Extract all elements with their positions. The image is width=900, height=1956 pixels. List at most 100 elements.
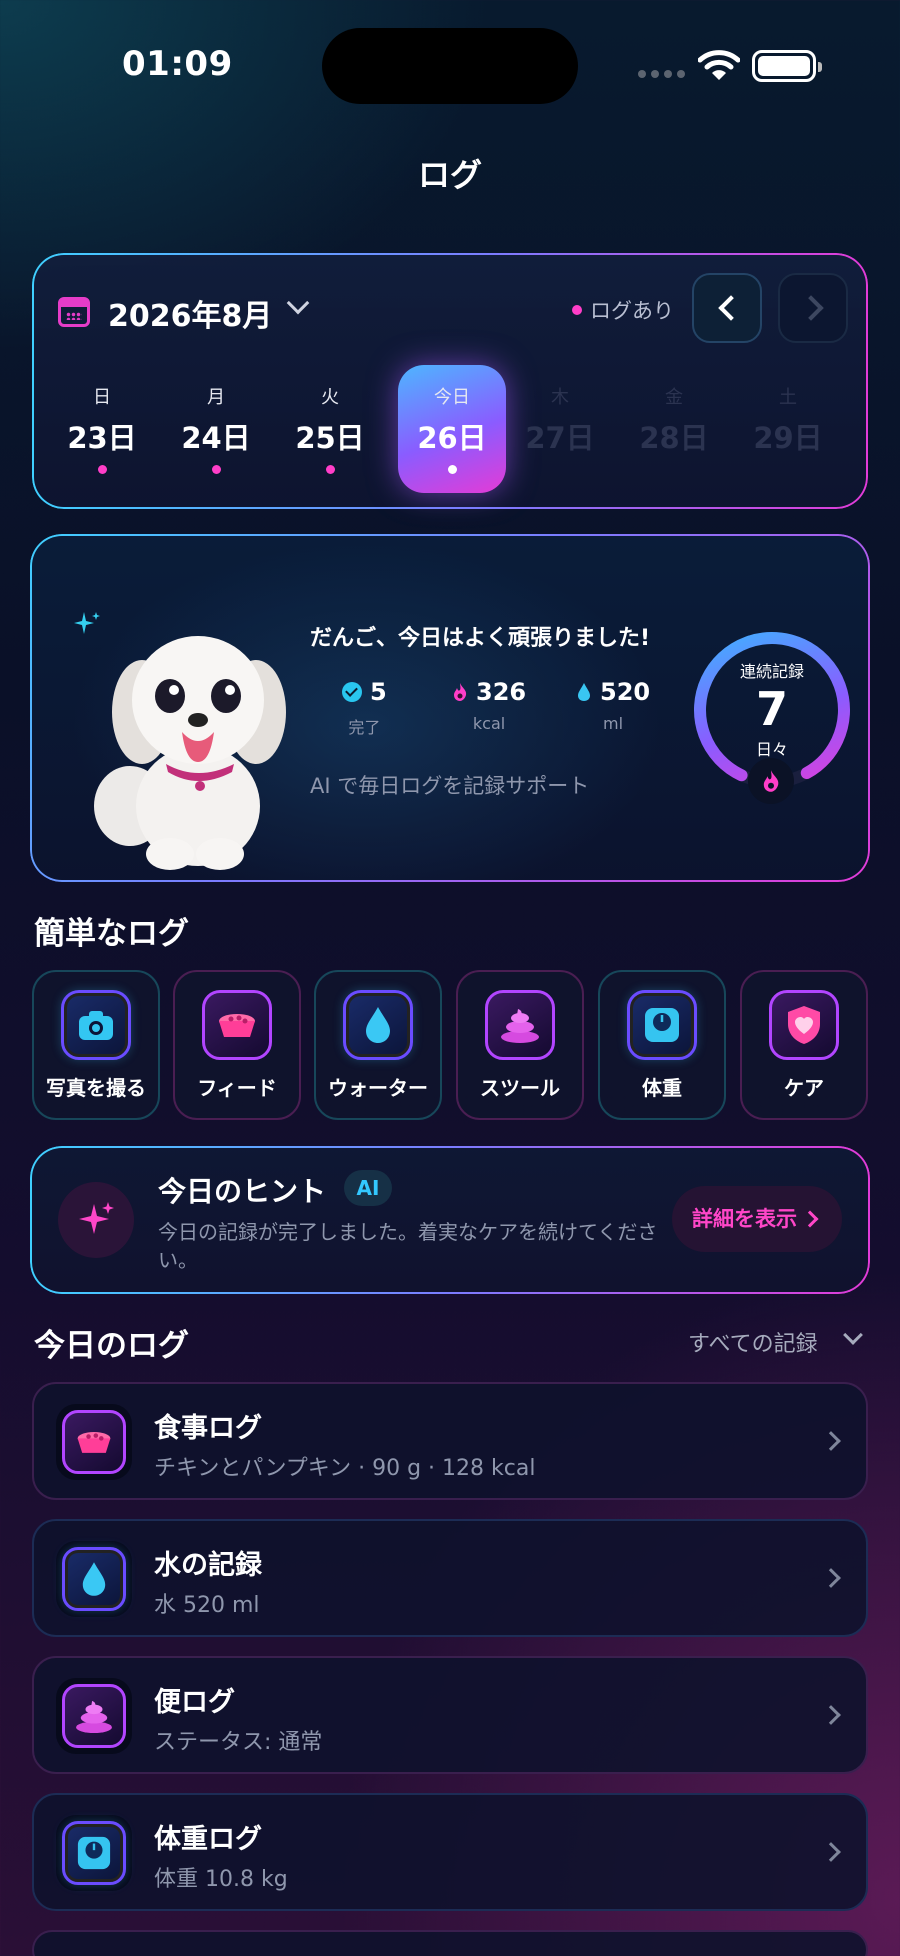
log-entry-title: 便ログ <box>154 1687 235 1718</box>
previous-week-button[interactable] <box>692 273 762 343</box>
greeting-text: だんご、今日はよく頑張りました! <box>310 626 651 651</box>
dog-mascot-illustration <box>94 636 286 870</box>
stat-water: 520 ml <box>576 678 650 733</box>
day-weekday: 今日 <box>434 387 470 408</box>
log-indicator-dot <box>97 465 107 474</box>
quick-log-label: 体重 <box>642 1076 682 1100</box>
day-date: 24日 <box>181 421 251 455</box>
log-indicator-dot <box>325 465 335 474</box>
quick-log-stool-button[interactable]: スツール <box>456 970 584 1120</box>
log-entry-subtitle: ステータス: 通常 <box>154 1730 323 1755</box>
stat-value: 5 <box>370 678 387 706</box>
log-indicator-dot <box>447 465 457 474</box>
quick-log-photo-button[interactable]: 写真を撮る <box>32 970 160 1120</box>
stat-completed: 5 完了 <box>342 678 387 738</box>
chevron-down-icon[interactable] <box>843 1325 863 1345</box>
quick-log-row: 写真を撮る フィード ウォーター スツール 体重 ケア <box>32 970 868 1120</box>
quick-log-label: スツール <box>480 1076 560 1100</box>
day-weekday: 土 <box>779 387 797 408</box>
chevron-right-icon <box>821 1431 841 1451</box>
water-drop-icon <box>56 1541 132 1617</box>
day-weekday: 月 <box>207 387 225 408</box>
food-bowl-icon <box>56 1404 132 1480</box>
day-date: 28日 <box>639 421 709 455</box>
log-entry-stool[interactable]: 便ログ ステータス: 通常 <box>32 1656 868 1774</box>
status-time: 01:09 <box>122 44 233 84</box>
food-bowl-icon <box>202 990 272 1060</box>
day-cell[interactable]: 日 23日 <box>48 365 156 493</box>
stool-icon <box>56 1678 132 1754</box>
water-drop-icon <box>578 683 590 701</box>
log-entry-weight[interactable]: 体重ログ 体重 10.8 kg <box>32 1793 868 1911</box>
log-indicator-dot <box>211 465 221 474</box>
streak-value: 7 <box>755 682 788 736</box>
day-date: 27日 <box>525 421 595 455</box>
daily-summary-card: だんご、今日はよく頑張りました! 5 完了 326 kcal 520 ml AI… <box>32 536 868 880</box>
stat-value: 326 <box>476 678 527 706</box>
sparkle-icon <box>58 1182 134 1258</box>
day-cell[interactable]: 火 25日 <box>276 365 384 493</box>
chevron-down-icon[interactable] <box>286 291 310 315</box>
chevron-right-icon <box>821 1842 841 1862</box>
records-filter-dropdown[interactable]: すべての記録 <box>688 1326 818 1358</box>
quick-log-care-button[interactable]: ケア <box>740 970 868 1120</box>
log-entry-title: 水の記録 <box>154 1550 262 1581</box>
day-cell[interactable]: 土 29日 <box>734 365 842 493</box>
day-weekday: 金 <box>665 387 683 408</box>
chevron-right-icon <box>821 1705 841 1725</box>
battery-icon <box>752 50 822 82</box>
heart-shield-icon <box>769 990 839 1060</box>
hint-title: 今日のヒント <box>158 1175 327 1208</box>
day-cell-today[interactable]: 今日 26日 <box>398 365 506 493</box>
day-cell[interactable]: 木 27日 <box>506 365 614 493</box>
cellular-signal-icon <box>638 70 685 78</box>
day-date: 25日 <box>295 421 365 455</box>
stat-calories: 326 kcal <box>452 678 526 733</box>
quick-log-label: 写真を撮る <box>46 1076 146 1100</box>
day-date: 26日 <box>417 421 487 455</box>
month-selector[interactable]: 2026年8月 <box>108 291 272 335</box>
quick-log-label: ウォーター <box>328 1076 428 1100</box>
quick-log-label: ケア <box>784 1076 824 1100</box>
page-title: ログ <box>417 156 482 194</box>
ai-badge: AI <box>344 1170 392 1206</box>
day-cell[interactable]: 月 24日 <box>162 365 270 493</box>
day-weekday: 火 <box>321 387 339 408</box>
chevron-right-icon <box>798 295 824 321</box>
quick-log-water-button[interactable]: ウォーター <box>314 970 442 1120</box>
water-drop-icon <box>343 990 413 1060</box>
logged-legend-label: ログあり <box>590 299 674 323</box>
streak-unit: 日々 <box>755 740 788 759</box>
quick-log-feed-button[interactable]: フィード <box>173 970 301 1120</box>
log-entry-water[interactable]: 水の記録 水 520 ml <box>32 1519 868 1637</box>
log-entry-meal[interactable]: 食事ログ チキンとパンプキン · 90 g · 128 kcal <box>32 1382 868 1500</box>
chevron-right-icon <box>801 1210 819 1228</box>
log-entry-title: 食事ログ <box>154 1413 262 1444</box>
streak-flame-badge <box>748 758 794 804</box>
quick-log-label: フィード <box>197 1076 277 1100</box>
chevron-left-icon <box>718 295 744 321</box>
day-weekday: 木 <box>551 387 569 408</box>
scale-icon <box>56 1815 132 1891</box>
quick-log-weight-button[interactable]: 体重 <box>598 970 726 1120</box>
day-cell[interactable]: 金 28日 <box>620 365 728 493</box>
ai-support-note: AI で毎日ログを記録サポート <box>310 774 590 798</box>
view-details-button[interactable]: 詳細を表示 <box>672 1186 842 1252</box>
log-entry-subtitle: チキンとパンプキン · 90 g · 128 kcal <box>154 1456 536 1481</box>
check-icon <box>342 682 362 702</box>
stool-icon <box>485 990 555 1060</box>
log-entry-partial[interactable] <box>32 1930 868 1956</box>
quick-log-title: 簡単なログ <box>34 916 189 952</box>
daily-hint-card: 今日のヒント AI 今日の記録が完了しました。着実なケアを続けてください。 詳細… <box>32 1148 868 1292</box>
streak-label: 連続記録 <box>739 662 804 681</box>
next-week-button[interactable] <box>778 273 848 343</box>
today-log-title: 今日のログ <box>34 1328 189 1364</box>
dynamic-island <box>322 28 578 104</box>
scale-icon <box>627 990 697 1060</box>
stat-value: 520 <box>600 678 651 706</box>
stat-label: kcal <box>472 714 506 733</box>
stat-label: ml <box>603 714 624 733</box>
week-strip: 日 23日 月 24日 火 25日 今日 26日 木 27日 金 28日 土 2… <box>48 365 856 495</box>
log-entry-title: 体重ログ <box>154 1824 262 1855</box>
view-details-label: 詳細を表示 <box>692 1207 797 1231</box>
